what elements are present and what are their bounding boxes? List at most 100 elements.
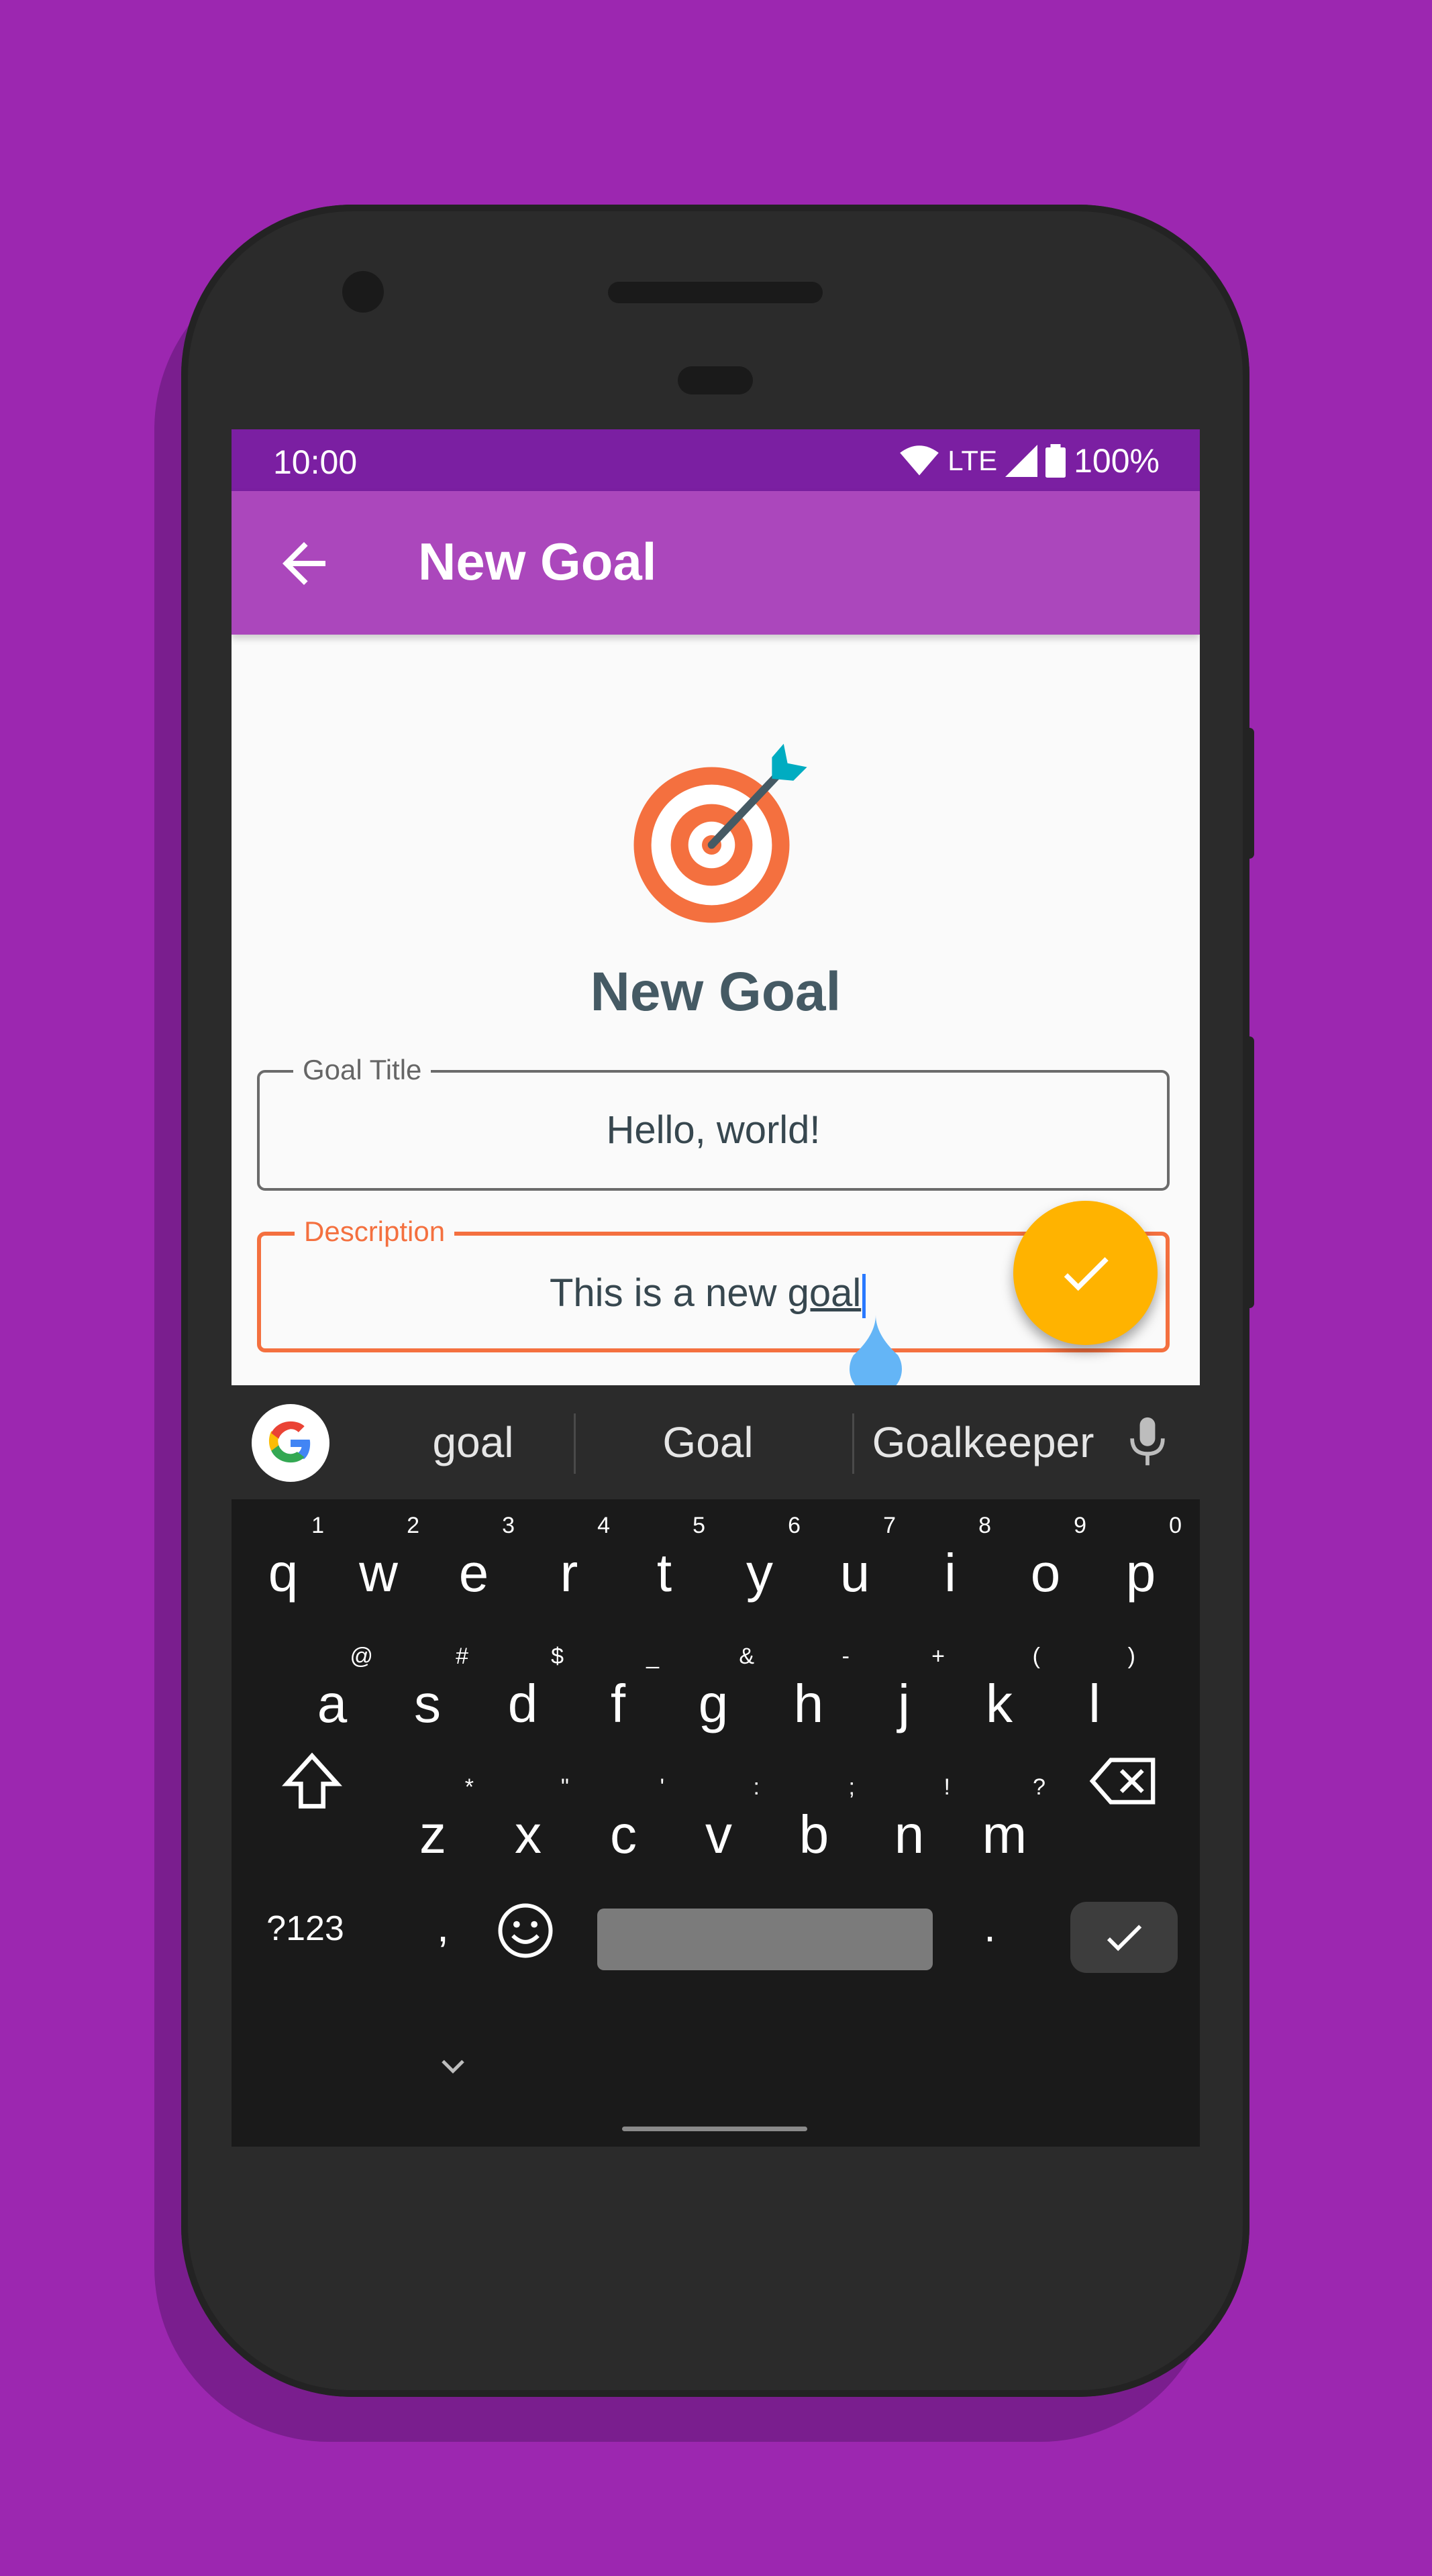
keyboard: goal Goal Goalkeeper q1w2e3r4t5y6u7i8o9p… xyxy=(232,1385,1200,2147)
shift-icon[interactable] xyxy=(278,1748,346,1815)
cursor-handle-icon[interactable] xyxy=(846,1315,906,1395)
front-camera xyxy=(342,271,384,313)
suggestion-3[interactable]: Goalkeeper xyxy=(862,1417,1104,1467)
suggestion-2[interactable]: Goal xyxy=(607,1417,809,1467)
key-i[interactable]: i8 xyxy=(907,1514,994,1627)
key-secondary-label: 4 xyxy=(597,1513,610,1538)
check-icon xyxy=(1064,1256,1109,1291)
key-label: d xyxy=(507,1674,538,1733)
key-secondary-label: 5 xyxy=(693,1513,705,1538)
key-e[interactable]: e3 xyxy=(430,1514,517,1627)
key-k[interactable]: k( xyxy=(956,1645,1043,1758)
goal-title-value: Hello, world! xyxy=(606,1108,821,1152)
save-fab-button[interactable] xyxy=(1013,1201,1158,1345)
suggestion-divider xyxy=(852,1413,854,1474)
key-label: t xyxy=(656,1543,672,1603)
key-secondary-label: 7 xyxy=(883,1513,896,1538)
key-secondary-label: " xyxy=(560,1774,569,1800)
google-icon[interactable] xyxy=(252,1404,329,1482)
key-secondary-label: ' xyxy=(660,1774,665,1800)
key-secondary-label: ! xyxy=(943,1774,950,1800)
key-l[interactable]: l) xyxy=(1051,1645,1138,1758)
backspace-icon[interactable] xyxy=(1087,1748,1161,1815)
key-secondary-label: : xyxy=(753,1774,760,1800)
key-g[interactable]: g & xyxy=(670,1645,757,1758)
key-j[interactable]: j + xyxy=(860,1645,948,1758)
key-a[interactable]: a @ xyxy=(289,1645,376,1758)
key-v[interactable]: v: xyxy=(675,1776,762,1888)
emoji-icon[interactable] xyxy=(495,1900,556,1961)
key-label: w xyxy=(359,1543,398,1603)
symbols-key[interactable]: ?123 xyxy=(258,1909,352,1949)
key-secondary-label: @ xyxy=(350,1644,373,1669)
goal-title-field[interactable]: Goal Title Hello, world! xyxy=(257,1054,1170,1191)
key-label: m xyxy=(982,1805,1027,1864)
gesture-navigation-handle[interactable] xyxy=(622,2127,807,2131)
key-x[interactable]: x " xyxy=(484,1776,572,1888)
key-label: r xyxy=(560,1543,578,1603)
status-indicators: LTE 100% xyxy=(899,441,1160,480)
signal-icon xyxy=(1005,445,1038,477)
key-label: f xyxy=(610,1674,626,1733)
key-label: s xyxy=(414,1674,441,1733)
key-w[interactable]: w2 xyxy=(335,1514,422,1627)
key-secondary-label: ? xyxy=(1033,1774,1045,1800)
key-secondary-label: + xyxy=(931,1644,945,1669)
key-secondary-label: 0 xyxy=(1169,1513,1182,1538)
key-label: k xyxy=(986,1674,1013,1733)
key-c[interactable]: c ' xyxy=(580,1776,667,1888)
key-d[interactable]: d $ xyxy=(479,1645,566,1758)
key-secondary-label: - xyxy=(841,1644,850,1669)
key-secondary-label: ) xyxy=(1127,1644,1135,1669)
key-z[interactable]: z * xyxy=(389,1776,476,1888)
key-t[interactable]: t5 xyxy=(621,1514,708,1627)
key-secondary-label: 8 xyxy=(978,1513,991,1538)
app-bar: New Goal xyxy=(232,491,1200,635)
key-h[interactable]: h- xyxy=(765,1645,852,1758)
key-y[interactable]: y6 xyxy=(716,1514,803,1627)
key-secondary-label: 9 xyxy=(1074,1513,1086,1538)
key-label: l xyxy=(1088,1674,1101,1733)
check-icon xyxy=(1107,1925,1142,1951)
key-label: j xyxy=(898,1674,910,1733)
key-u[interactable]: u7 xyxy=(811,1514,899,1627)
key-secondary-label: 1 xyxy=(311,1513,324,1538)
key-s[interactable]: s # xyxy=(384,1645,471,1758)
key-secondary-label: # xyxy=(456,1644,468,1669)
volume-button xyxy=(1245,1036,1254,1308)
key-label: e xyxy=(458,1543,489,1603)
suggestion-divider xyxy=(574,1413,576,1474)
comma-key[interactable]: , xyxy=(413,1902,473,1951)
key-r[interactable]: r4 xyxy=(525,1514,613,1627)
google-g-icon xyxy=(268,1421,311,1463)
microphone-icon[interactable] xyxy=(1124,1415,1171,1469)
key-m[interactable]: m? xyxy=(961,1776,1048,1888)
key-b[interactable]: b; xyxy=(770,1776,858,1888)
key-label: z xyxy=(419,1805,446,1864)
screen: 10:00 LTE 100% New Goal New Goal Goal Ti… xyxy=(232,429,1200,2147)
key-secondary-label: 3 xyxy=(502,1513,515,1538)
key-p[interactable]: p0 xyxy=(1097,1514,1184,1627)
key-o[interactable]: o9 xyxy=(1002,1514,1089,1627)
period-key[interactable]: . xyxy=(963,1902,1017,1951)
wifi-icon xyxy=(900,445,939,476)
chevron-down-icon[interactable] xyxy=(433,2046,473,2086)
key-label: a xyxy=(317,1674,348,1733)
suggestion-1[interactable]: goal xyxy=(372,1417,574,1467)
key-q[interactable]: q1 xyxy=(240,1514,327,1627)
key-secondary-label: 6 xyxy=(788,1513,801,1538)
earpiece-speaker xyxy=(608,282,823,303)
key-label: x xyxy=(515,1805,542,1864)
space-key[interactable] xyxy=(597,1909,933,1970)
composing-word: goal xyxy=(787,1271,862,1315)
battery-level: 100% xyxy=(1074,442,1160,480)
description-label: Description xyxy=(295,1216,455,1248)
proximity-sensor xyxy=(678,366,753,394)
key-label: v xyxy=(705,1805,732,1864)
key-f[interactable]: f _ xyxy=(574,1645,662,1758)
network-type: LTE xyxy=(948,445,998,476)
key-n[interactable]: n! xyxy=(866,1776,953,1888)
key-secondary-label: ( xyxy=(1032,1644,1040,1669)
enter-key[interactable] xyxy=(1070,1902,1178,1973)
arrow-back-icon[interactable] xyxy=(272,531,336,596)
